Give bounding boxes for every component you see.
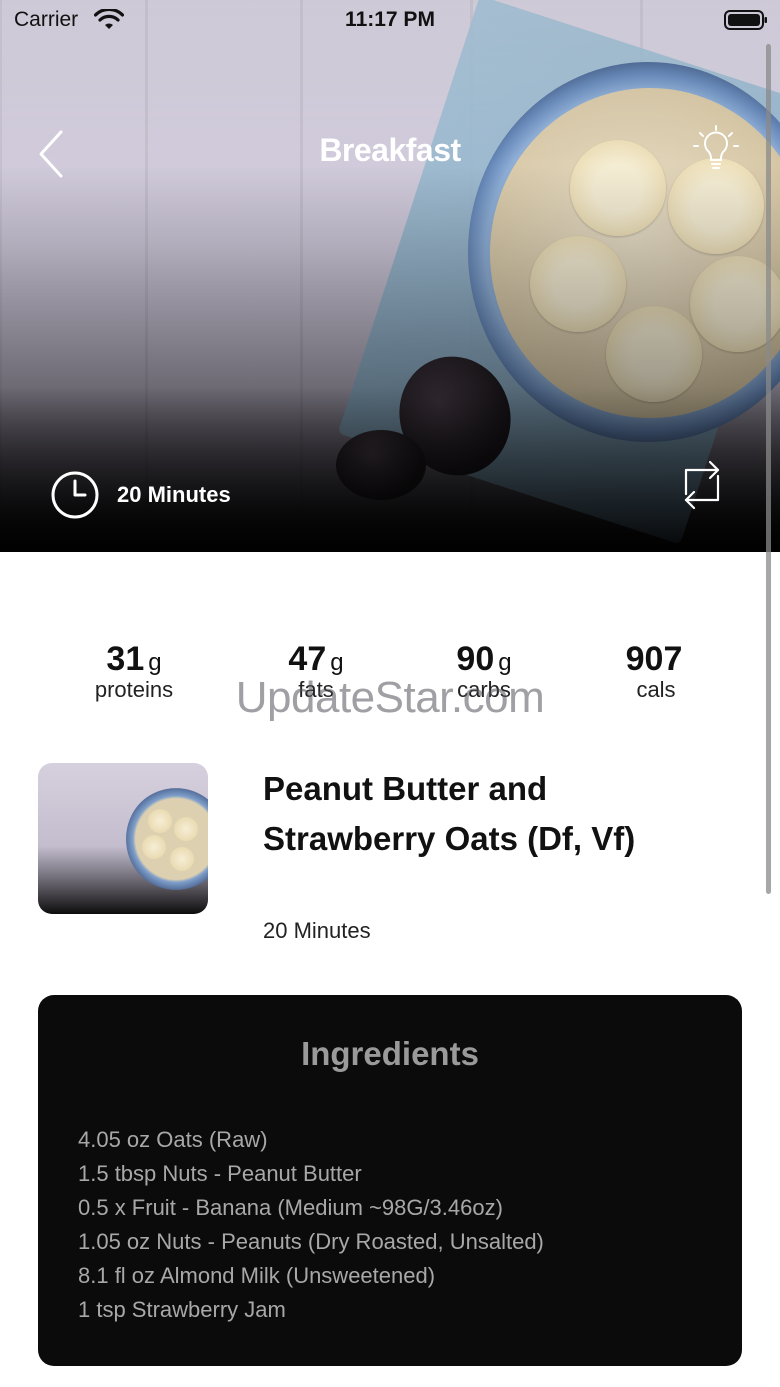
ingredients-list: 4.05 oz Oats (Raw) 1.5 tbsp Nuts - Peanu… xyxy=(78,1123,544,1327)
ingredient-item: 0.5 x Fruit - Banana (Medium ~98G/3.46oz… xyxy=(78,1195,503,1220)
macro-unit: g xyxy=(148,649,162,676)
hero-duration: 20 Minutes xyxy=(117,482,231,507)
ingredient-item: 1.05 oz Nuts - Peanuts (Dry Roasted, Uns… xyxy=(78,1229,544,1254)
thumbnail-banana xyxy=(142,835,166,859)
ingredients-card: Ingredients 4.05 oz Oats (Raw) 1.5 tbsp … xyxy=(38,995,742,1366)
recipe-title: Peanut Butter and Strawberry Oats (Df, V… xyxy=(263,770,636,857)
hero-image xyxy=(0,0,780,552)
recipe-thumbnail[interactable] xyxy=(38,763,208,914)
page-title: Breakfast xyxy=(319,132,461,168)
lightbulb-icon[interactable] xyxy=(688,122,744,178)
ingredient-item: 1.5 tbsp Nuts - Peanut Butter xyxy=(78,1161,362,1186)
macro-unit: g xyxy=(498,649,512,676)
status-time: 11:17 PM xyxy=(345,8,435,31)
watermark: UpdateStar.com xyxy=(235,673,545,722)
macro-unit: g xyxy=(330,649,344,676)
swap-arrows-icon[interactable] xyxy=(680,456,724,514)
battery-icon xyxy=(724,10,767,30)
thumbnail-banana xyxy=(174,817,198,841)
ingredients-title: Ingredients xyxy=(301,1035,479,1072)
ingredient-item: 4.05 oz Oats (Raw) xyxy=(78,1127,268,1152)
thumbnail-bowl xyxy=(126,787,208,891)
clock-icon xyxy=(51,471,99,519)
scrollbar[interactable] xyxy=(766,44,771,894)
ingredient-item: 8.1 fl oz Almond Milk (Unsweetened) xyxy=(78,1263,436,1288)
recipe-duration: 20 Minutes xyxy=(263,918,371,943)
ingredient-item: 1 tsp Strawberry Jam xyxy=(78,1297,286,1322)
status-bar: Carrier 11:17 PM xyxy=(0,0,780,40)
thumbnail-banana xyxy=(170,847,194,871)
hero-overlay xyxy=(0,0,780,552)
thumbnail-banana xyxy=(148,809,172,833)
